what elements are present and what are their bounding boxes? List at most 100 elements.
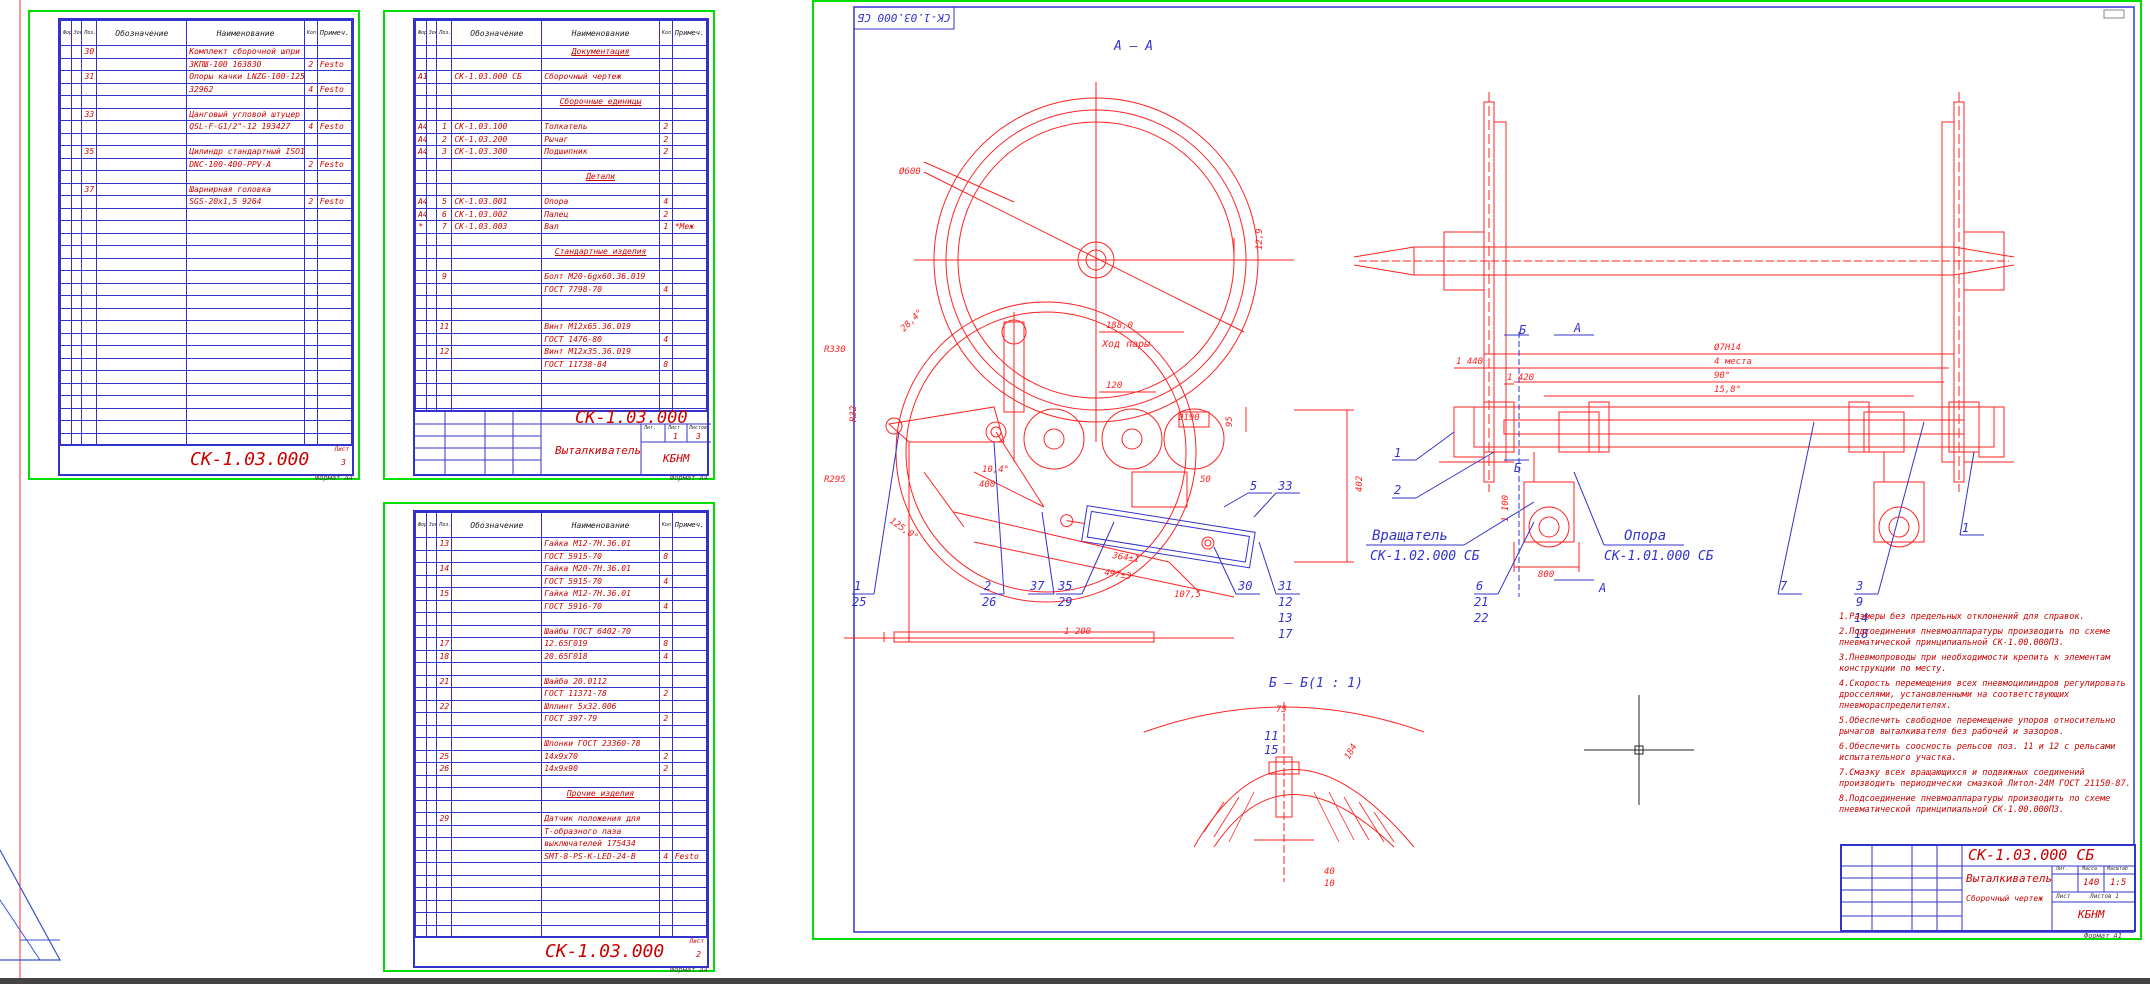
dim-95: 95 [1225, 416, 1235, 427]
cell-name [186, 170, 305, 184]
cell-zone [425, 357, 438, 371]
cell-qty [303, 345, 318, 359]
spec-row: 33 Цанговый угловой штуцер [60, 107, 353, 121]
title-block-subtitle: Сборочный чертеж [1966, 894, 2044, 903]
cell-designation [451, 899, 543, 913]
sec-b-bottom: Б [1514, 461, 1522, 475]
cell-note [671, 357, 708, 371]
cell-name [541, 862, 660, 876]
cell-name: ГОСТ 5915-70 [541, 574, 660, 588]
cell-format [415, 57, 427, 71]
cell-qty: 2 [303, 195, 318, 209]
cell-zone [425, 257, 438, 271]
cell-qty [658, 537, 673, 551]
cell-zone [425, 332, 438, 346]
cell-pos [81, 195, 98, 209]
cell-pos [436, 824, 453, 838]
cell-name [186, 357, 305, 371]
cell-qty: 2 [658, 120, 673, 134]
cell-pos [81, 232, 98, 246]
spec-row [415, 257, 708, 271]
cell-zone [70, 270, 83, 284]
cell-zone [425, 687, 438, 701]
cell-zone [70, 120, 83, 134]
col-note: Примеч. [671, 20, 708, 46]
cell-zone [425, 82, 438, 96]
cell-zone [70, 195, 83, 209]
cell-format [415, 624, 427, 638]
cell-designation: СК-1.03.000 СБ [451, 70, 543, 84]
cell-name: Цанговый угловой штуцер [186, 107, 305, 121]
cell-note [316, 207, 353, 221]
dim-1440: Ø7Н14 [1714, 342, 1741, 353]
cell-designation [451, 182, 543, 196]
spec-row [60, 270, 353, 284]
callout-21: 21 [1474, 595, 1488, 609]
cell-qty: 4 [303, 82, 318, 96]
sheet-1-sheet-num: 3 [341, 458, 346, 467]
callout-front-1b: 1 [1962, 521, 1969, 535]
cell-format [415, 574, 427, 588]
cell-qty [658, 182, 673, 196]
cell-format [415, 307, 427, 321]
callout-30: 30 [1237, 579, 1252, 593]
cell-qty [658, 257, 673, 271]
cell-name: SMT-8-PS-K-LED-24-B [541, 849, 660, 863]
sheet-3-format: Формат А4 [670, 966, 708, 974]
cell-note [671, 57, 708, 71]
cell-designation [96, 332, 188, 346]
cell-note [671, 170, 708, 184]
callout-1: 1 [854, 579, 861, 593]
cell-pos: 7 [436, 220, 453, 234]
cell-note [671, 320, 708, 334]
dim-40: 1 440 [1456, 357, 1483, 367]
callout-37: 37 [1029, 579, 1045, 593]
dim-d600: Ø600 [899, 166, 921, 177]
cell-name: Шплинт 5х32.006 [541, 699, 660, 713]
sheet-3-sheet-num: 2 [696, 950, 701, 959]
cell-note [671, 699, 708, 713]
sheet-1-frame: Формат Зона Поз. Обозначение Наименовани… [28, 10, 360, 482]
cell-note [316, 370, 353, 384]
cell-designation [451, 382, 543, 396]
cell-note: Festo [316, 120, 353, 134]
sheet-1-format: Формат А4 [315, 474, 353, 482]
spec-row: Прочие изделия [415, 787, 708, 801]
cell-note: Festo [316, 82, 353, 96]
cell-format: А4 [415, 132, 427, 146]
spec-row [60, 170, 353, 184]
cell-name [186, 132, 305, 146]
cell-zone [425, 749, 438, 763]
cell-name [186, 270, 305, 284]
sec-a-bottom: А [1598, 581, 1606, 595]
cell-name: Опора [541, 195, 660, 209]
cell-format [415, 612, 427, 626]
cell-name: Сборочный чертеж [541, 70, 660, 84]
cell-pos [81, 357, 98, 371]
cell-name: Детали [541, 170, 660, 184]
dim-125: 125,0° [887, 516, 919, 543]
cell-zone [425, 182, 438, 196]
cell-note [316, 182, 353, 196]
cell-note [671, 157, 708, 171]
dim-800: 15,8° [1714, 385, 1741, 395]
cell-pos [436, 849, 453, 863]
cell-format [415, 320, 427, 334]
cell-designation [96, 320, 188, 334]
cell-designation [451, 624, 543, 638]
cell-zone [70, 107, 83, 121]
cell-name: Шарнирная головка [186, 182, 305, 196]
col-format: Формат [415, 512, 427, 538]
cell-designation [451, 332, 543, 346]
note-5: 5.Обеспечить свободное перемещение упоро… [1839, 716, 2116, 737]
cell-designation [451, 57, 543, 71]
cell-note [671, 120, 708, 134]
cell-note [316, 382, 353, 396]
dim-r295: R295 [824, 475, 846, 485]
cell-format [415, 837, 427, 851]
spec-row: А4 3СК-1.03.300Подшипник2 [415, 145, 708, 159]
callout-25: 25 [852, 595, 866, 609]
cell-note [671, 345, 708, 359]
cell-format [415, 295, 427, 309]
cell-designation [451, 774, 543, 788]
